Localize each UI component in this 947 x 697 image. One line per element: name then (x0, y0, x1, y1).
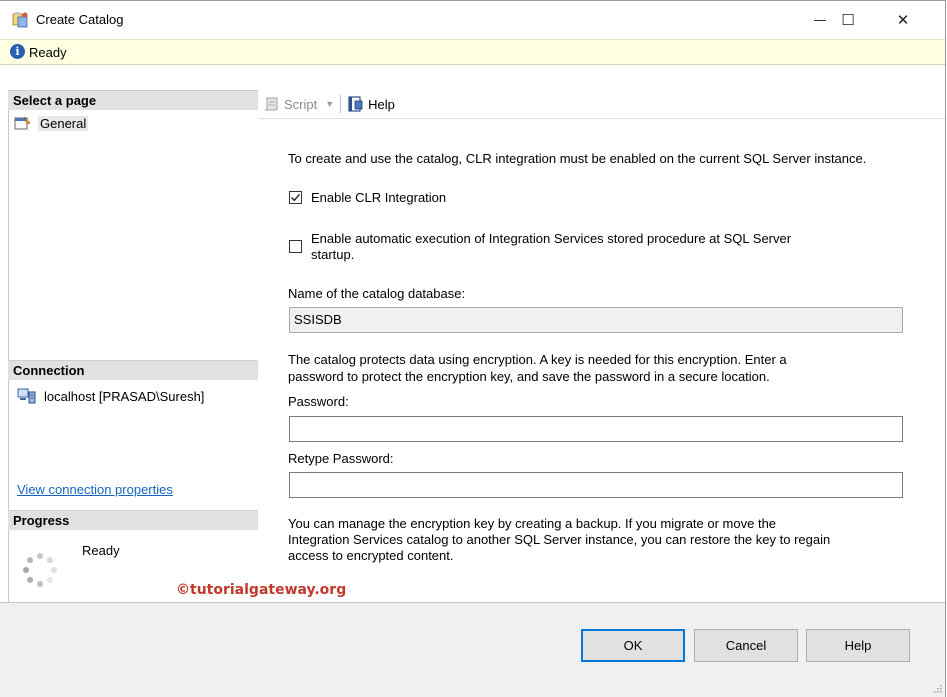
dialog-footer (0, 602, 945, 697)
close-icon: ✕ (896, 11, 910, 29)
connection-item: localhost [PRASAD\Suresh] (17, 388, 204, 404)
backup-text-line2: Integration Services catalog to another … (288, 532, 831, 547)
select-page-header: Select a page (8, 90, 258, 110)
help-book-icon (348, 96, 363, 112)
create-catalog-dialog: Create Catalog — ☐ ✕ i Ready Select a pa… (0, 0, 946, 697)
server-connection-icon (17, 388, 36, 404)
script-button[interactable]: Script ▼ (263, 96, 334, 112)
info-icon: i (10, 44, 25, 59)
script-label: Script (284, 96, 318, 112)
cancel-button[interactable]: Cancel (694, 629, 798, 662)
progress-status: Ready (82, 543, 120, 558)
view-connection-properties-link[interactable]: View connection properties (17, 482, 173, 497)
watermark: ©tutorialgateway.org (176, 582, 347, 598)
catalog-db-field: SSISDB (289, 307, 903, 333)
toolbar-help-button[interactable]: Help (347, 96, 395, 112)
toolbar-help-label: Help (368, 96, 395, 112)
retype-password-label: Retype Password: (288, 451, 394, 466)
toolbar-separator (340, 95, 342, 113)
encryption-text-line1: The catalog protects data using encrypti… (288, 352, 787, 367)
catalog-db-label: Name of the catalog database: (288, 286, 466, 301)
status-text: Ready (29, 45, 67, 60)
catalog-app-icon (12, 12, 28, 28)
progress-header: Progress (8, 510, 258, 530)
enable-clr-label[interactable]: Enable CLR Integration (311, 190, 446, 206)
enable-clr-checkbox[interactable] (289, 191, 302, 204)
page-settings-icon (14, 116, 31, 130)
help-button[interactable]: Help (806, 629, 910, 662)
password-field[interactable] (289, 416, 903, 442)
progress-spinner-icon (23, 553, 57, 587)
chevron-down-icon: ▼ (325, 99, 335, 109)
auto-exec-label-line2[interactable]: startup. (311, 247, 354, 263)
password-label: Password: (288, 394, 349, 409)
connection-header: Connection (8, 360, 258, 380)
retype-password-field[interactable] (289, 472, 903, 498)
close-button[interactable]: ✕ (880, 5, 926, 35)
title-bar[interactable]: Create Catalog — ☐ ✕ (0, 1, 945, 39)
resize-grip-icon[interactable] (932, 683, 942, 693)
connection-label: localhost [PRASAD\Suresh] (44, 388, 205, 404)
checkmark-icon (291, 193, 301, 202)
backup-text-line3: access to encrypted content. (288, 548, 454, 563)
encryption-text-line2: password to protect the encryption key, … (288, 369, 770, 384)
maximize-icon: ☐ (841, 11, 855, 29)
auto-exec-label-line1[interactable]: Enable automatic execution of Integratio… (311, 231, 791, 247)
window-title: Create Catalog (36, 12, 124, 27)
ok-button[interactable]: OK (581, 629, 685, 662)
script-icon (264, 97, 278, 111)
backup-text-line1: You can manage the encryption key by cre… (288, 516, 777, 531)
auto-exec-checkbox[interactable] (289, 240, 302, 253)
status-bar: i Ready (0, 39, 945, 65)
clr-intro-text: To create and use the catalog, CLR integ… (288, 151, 867, 166)
toolbar: Script ▼ Help (259, 90, 945, 119)
sidebar-item-label: General (38, 115, 89, 131)
sidebar-item-general[interactable]: General (14, 115, 89, 131)
maximize-button[interactable]: ☐ (825, 5, 871, 35)
